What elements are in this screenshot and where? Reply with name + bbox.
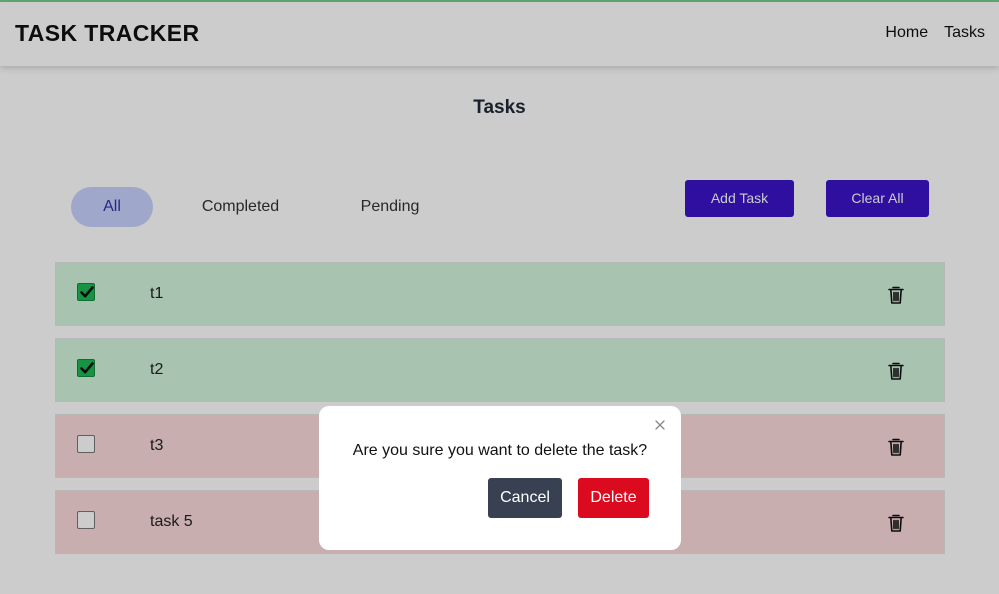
delete-confirm-dialog: Are you sure you want to delete the task… [319,406,681,550]
dialog-message: Are you sure you want to delete the task… [352,442,648,459]
close-icon[interactable] [654,419,666,431]
delete-button[interactable]: Delete [578,478,649,518]
cancel-button[interactable]: Cancel [488,478,562,518]
app: TASK TRACKER Home Tasks Tasks All Comple… [0,0,999,594]
